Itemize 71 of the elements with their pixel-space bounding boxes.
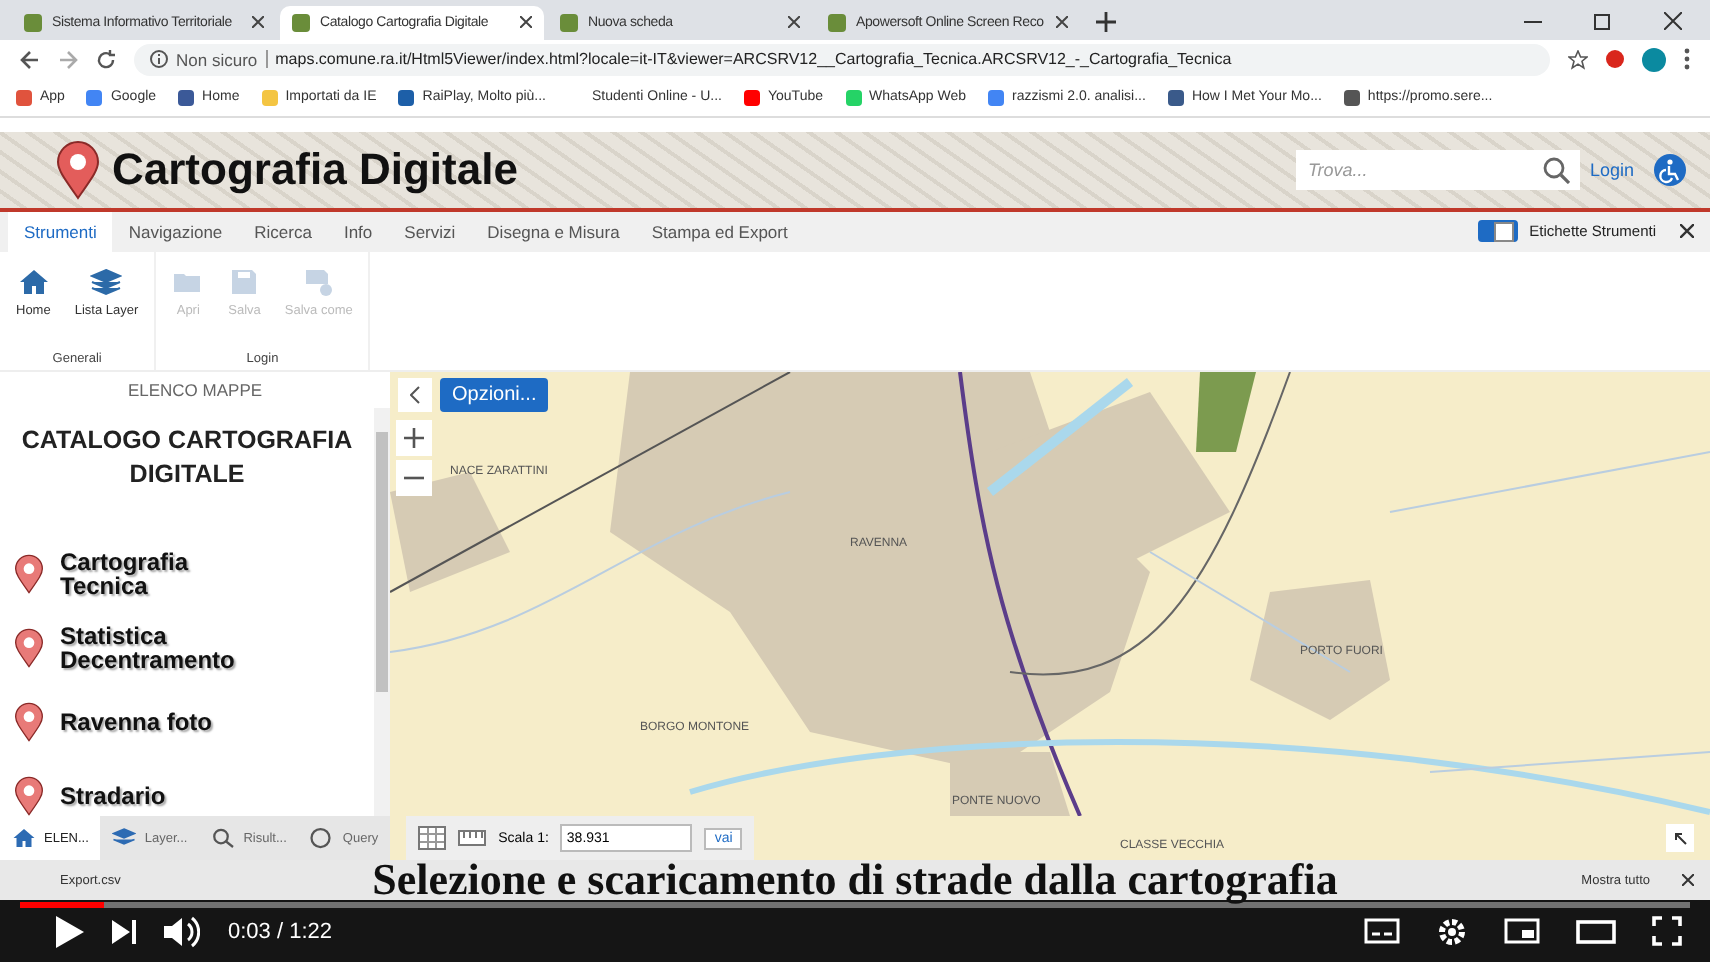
- info-icon[interactable]: [150, 50, 168, 69]
- video-caption: Selezione e scaricamento di strade dalla cartografia: [372, 860, 1338, 900]
- search-field[interactable]: Trova...: [1295, 149, 1580, 190]
- close-icon[interactable]: [1664, 11, 1682, 30]
- layers-icon: [90, 267, 123, 296]
- ribbon-tab[interactable]: Navigazione: [112, 211, 239, 252]
- close-icon[interactable]: [252, 16, 264, 29]
- map-list-item[interactable]: Cartografia Tecnica: [0, 536, 374, 611]
- settings-icon[interactable]: [1436, 915, 1468, 948]
- options-button[interactable]: Opzioni...: [440, 378, 549, 413]
- map-pin-icon: [14, 701, 44, 742]
- ribbon-tab[interactable]: Info: [327, 211, 389, 252]
- close-icon[interactable]: [788, 16, 800, 29]
- theater-mode-icon[interactable]: [1576, 919, 1616, 944]
- map-list-item[interactable]: Stradario: [0, 758, 374, 817]
- favicon-icon: [292, 13, 310, 32]
- new-tab-icon[interactable]: [1096, 11, 1116, 32]
- map-pin-icon: [14, 627, 44, 668]
- profile-avatar[interactable]: [1642, 47, 1666, 72]
- back-icon[interactable]: [20, 49, 40, 70]
- search-icon: [211, 826, 236, 851]
- close-icon[interactable]: [1682, 874, 1694, 887]
- ribbon-tab[interactable]: Servizi: [388, 211, 472, 252]
- subtitles-icon[interactable]: [1364, 918, 1400, 945]
- ribbon-tab[interactable]: Strumenti: [8, 211, 113, 252]
- expand-button[interactable]: [1666, 824, 1694, 853]
- chevron-left-icon: [410, 386, 420, 405]
- collapse-button[interactable]: [398, 378, 432, 413]
- close-icon[interactable]: [520, 16, 532, 29]
- favicon-icon: [560, 13, 578, 32]
- extension-icon[interactable]: [1606, 50, 1624, 69]
- grid-icon[interactable]: [418, 826, 447, 851]
- ribbon-tab[interactable]: Disegna e Misura: [471, 211, 636, 252]
- app-title: Cartografia Digitale: [112, 143, 518, 196]
- ribbon-tab[interactable]: Stampa ed Export: [635, 211, 804, 252]
- map-list-item[interactable]: Statistica Decentramento: [0, 610, 374, 685]
- panel-title: ELENCO MAPPE: [125, 378, 265, 405]
- menu-icon[interactable]: [1684, 48, 1690, 71]
- catalog-heading: CATALOGO CARTOGRAFIA DIGITALE: [19, 424, 355, 493]
- toggle-switch[interactable]: [1477, 220, 1518, 243]
- arrow-icon: [1673, 831, 1687, 846]
- next-icon[interactable]: [112, 919, 136, 944]
- zoom-in-button[interactable]: [396, 420, 432, 457]
- miniplayer-icon[interactable]: [1504, 918, 1540, 945]
- map-pin-icon: [14, 553, 44, 594]
- restore-icon[interactable]: [1594, 11, 1612, 30]
- star-icon[interactable]: [1568, 49, 1588, 70]
- map-list-item[interactable]: Ravenna foto: [0, 684, 374, 759]
- zoom-out-button[interactable]: [396, 460, 432, 497]
- plus-icon: [404, 428, 424, 449]
- login-link[interactable]: Login: [1589, 159, 1634, 180]
- accessibility-icon[interactable]: [1654, 153, 1686, 186]
- favicon-icon: [24, 13, 42, 32]
- video-time: 0:03 / 1:22: [228, 919, 332, 944]
- close-icon[interactable]: [1056, 16, 1068, 29]
- ruler-icon[interactable]: [458, 826, 487, 851]
- home-icon: [17, 267, 50, 296]
- saveas-icon: [302, 267, 335, 296]
- play-icon[interactable]: [56, 915, 84, 948]
- save-icon: [228, 267, 261, 296]
- layers-icon: [112, 826, 137, 851]
- address-field[interactable]: Non sicuro maps.comune.ra.it/Html5Viewer/index.html?locale=it-IT&viewer=ARCSRV12__Cartografia_Tecnica.ARCSRV12_-_Cartografia_Tecnica: [134, 43, 1550, 76]
- scrollbar[interactable]: [374, 408, 390, 817]
- reload-icon[interactable]: [96, 49, 116, 70]
- ribbon-tab[interactable]: Ricerca: [238, 211, 328, 252]
- favicon-icon: [828, 13, 846, 32]
- map-pin-icon: [56, 139, 100, 200]
- volume-icon[interactable]: [164, 915, 200, 948]
- close-icon[interactable]: [1680, 224, 1694, 239]
- fullscreen-icon[interactable]: [1652, 916, 1682, 947]
- home-icon: [12, 826, 36, 851]
